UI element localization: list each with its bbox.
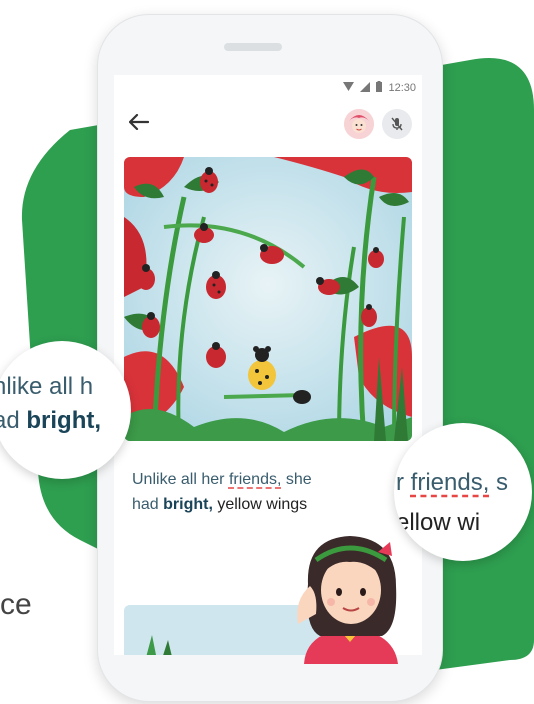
- app-bar: [114, 101, 422, 151]
- status-bar: 12:30: [343, 80, 416, 96]
- zoom-left-emphasis-word: bright,: [26, 407, 102, 434]
- mic-toggle-button[interactable]: [382, 109, 412, 139]
- signal-icon: [360, 81, 371, 95]
- story-line-2: had bright, yellow wings: [132, 492, 412, 517]
- background-caption-fragment: ce: [0, 588, 32, 621]
- wifi-icon: [343, 81, 355, 95]
- misread-word[interactable]: friends,: [229, 471, 281, 488]
- story-line-1: Unlike all her friends, she: [132, 467, 412, 492]
- zoom-right-line1-prefix: r: [396, 469, 411, 496]
- emphasis-word[interactable]: bright,: [163, 496, 213, 513]
- story-text-suffix: yellow wings: [212, 496, 308, 513]
- zoom-left-line2-prefix: ad: [0, 407, 20, 434]
- zoom-right-misread-word: friends,: [410, 469, 490, 496]
- zoom-left-line-2: ad bright,: [0, 407, 101, 435]
- back-arrow-icon: [129, 114, 149, 130]
- magnifier-bubble-right: r friends, s ellow wi: [394, 423, 532, 561]
- story-text: Unlike all her friends, she had bright, …: [132, 467, 412, 517]
- zoom-right-line1-suffix: s: [489, 469, 509, 496]
- reading-girl-illustration: [286, 524, 416, 664]
- story-text-prefix: Unlike all her: [132, 471, 229, 488]
- zoom-left-line-1: nlike all h: [0, 373, 94, 400]
- back-button[interactable]: [126, 109, 152, 135]
- zoom-right-line-1: r friends, s: [396, 469, 508, 497]
- zoom-right-line-2: ellow wi: [396, 509, 481, 536]
- story-text-mid: she: [281, 471, 312, 488]
- status-time: 12:30: [388, 82, 416, 94]
- battery-icon: [376, 81, 383, 95]
- story-line2-prefix: had: [132, 496, 164, 513]
- avatar[interactable]: [344, 109, 374, 139]
- story-illustration: [124, 157, 412, 441]
- mic-off-icon: [391, 117, 403, 131]
- avatar-icon: [344, 109, 374, 139]
- phone-speaker: [224, 43, 282, 51]
